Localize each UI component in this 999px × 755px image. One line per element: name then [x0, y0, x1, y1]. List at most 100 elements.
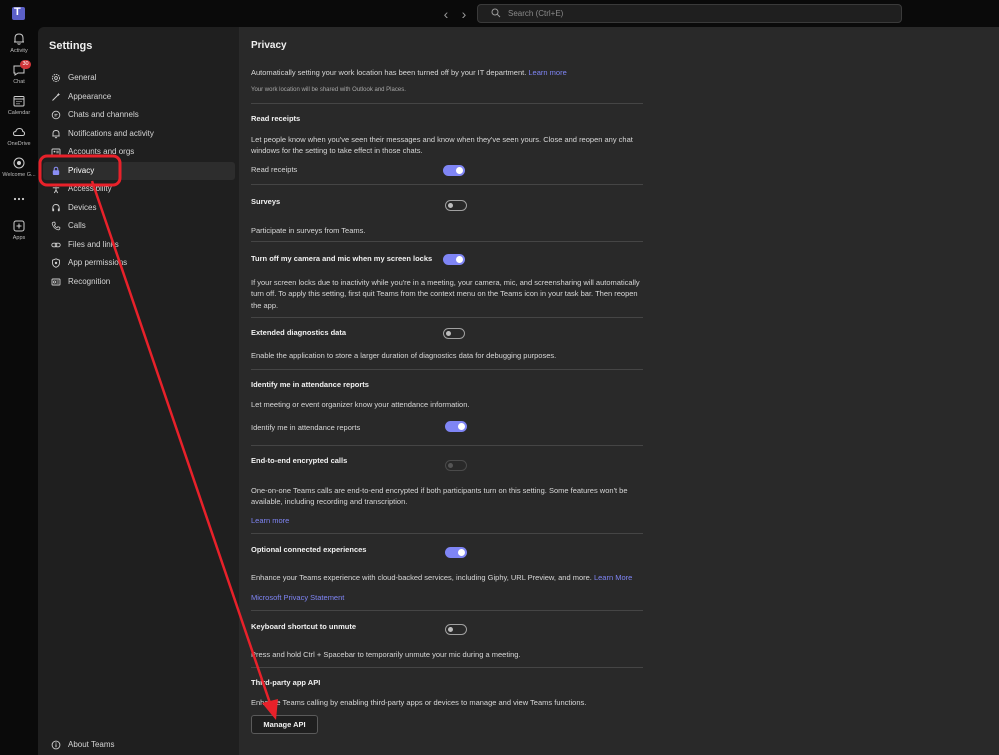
add-app-icon: [13, 220, 25, 232]
attendance-toggle[interactable]: [445, 421, 467, 432]
rail-item-more[interactable]: [0, 192, 38, 206]
attendance-heading: Identify me in attendance reports: [251, 380, 369, 389]
connected-heading: Optional connected experiences: [251, 545, 367, 554]
lock-icon: [52, 166, 60, 175]
info-icon: [51, 740, 61, 750]
sidebar-label-appearance: Appearance: [68, 92, 112, 101]
rail-label-activity: Activity: [10, 48, 28, 54]
sidebar-label-notifications: Notifications and activity: [68, 129, 154, 138]
gear-icon: [51, 73, 61, 83]
teams-logo-icon[interactable]: [12, 6, 25, 20]
sidebar-label-recognition: Recognition: [68, 277, 111, 286]
settings-title: Settings: [49, 40, 93, 52]
work-location-note: Your work location will be shared with O…: [251, 87, 406, 93]
chevron-right-icon[interactable]: ›: [457, 6, 471, 22]
sidebar-label-files: Files and links: [68, 240, 119, 249]
search-icon: [491, 8, 501, 18]
toggle-knob: [458, 423, 465, 430]
sidebar-label-accounts: Accounts and orgs: [68, 147, 135, 156]
camera-lock-toggle[interactable]: [443, 254, 465, 265]
rail-item-activity[interactable]: Activity: [0, 32, 38, 62]
connected-toggle[interactable]: [445, 547, 467, 558]
surveys-toggle[interactable]: [445, 200, 467, 211]
divider: [251, 445, 643, 446]
surveys-heading: Surveys: [251, 197, 281, 206]
chat-badge: 30: [20, 60, 31, 69]
toggle-knob: [456, 167, 463, 174]
divider: [251, 369, 643, 370]
sidebar-item-chats[interactable]: Chats and channels: [43, 106, 235, 124]
chevron-left-icon[interactable]: ‹: [439, 6, 453, 22]
search-box[interactable]: [477, 4, 902, 23]
connected-description: Enhance your Teams experience with cloud…: [251, 572, 671, 583]
sidebar-item-devices[interactable]: Devices: [43, 199, 235, 217]
work-location-learn-more-link[interactable]: Learn more: [528, 68, 566, 77]
surveys-description: Participate in surveys from Teams.: [251, 226, 366, 235]
rail-item-calendar[interactable]: Calendar: [0, 94, 38, 124]
connected-learn-more-link[interactable]: Learn More: [594, 573, 632, 582]
rail-item-chat[interactable]: 30 Chat: [0, 60, 38, 93]
camera-lock-heading: Turn off my camera and mic when my scree…: [251, 254, 433, 263]
toggle-knob: [448, 627, 453, 632]
divider: [251, 610, 643, 611]
rail-label-apps: Apps: [12, 235, 26, 241]
sidebar-item-general[interactable]: General: [43, 69, 235, 87]
cloud-icon: [12, 127, 26, 136]
connected-description-text: Enhance your Teams experience with cloud…: [251, 573, 592, 582]
phone-icon: [51, 221, 61, 231]
read-receipts-heading: Read receipts: [251, 114, 301, 123]
e2e-learn-more-link[interactable]: Learn more: [251, 515, 289, 526]
divider: [251, 241, 643, 242]
read-receipts-toggle-label: Read receipts: [251, 165, 298, 174]
sidebar-item-recognition[interactable]: Recognition: [43, 273, 235, 291]
privacy-panel: Privacy Automatically setting your work …: [240, 27, 999, 755]
sidebar-item-app-permissions[interactable]: App permissions: [43, 254, 235, 272]
attendance-description: Let meeting or event organizer know your…: [251, 400, 470, 409]
recognition-icon: [51, 278, 61, 286]
toggle-knob: [456, 256, 463, 263]
divider: [251, 533, 643, 534]
e2e-heading: End-to-end encrypted calls: [251, 456, 348, 465]
divider: [251, 184, 643, 185]
read-receipts-toggle[interactable]: [443, 165, 465, 176]
sidebar-item-calls[interactable]: Calls: [43, 217, 235, 235]
sidebar-item-files[interactable]: Files and links: [43, 236, 235, 254]
toggle-knob: [458, 549, 465, 556]
search-input[interactable]: [508, 6, 888, 21]
unmute-heading: Keyboard shortcut to unmute: [251, 622, 357, 631]
rail-label-welcome: Welcome G...: [2, 172, 36, 178]
rail-item-onedrive[interactable]: OneDrive: [0, 125, 38, 155]
sidebar-label-app-permissions: App permissions: [68, 258, 128, 267]
sidebar-item-accounts[interactable]: Accounts and orgs: [43, 143, 235, 161]
sidebar-item-appearance[interactable]: Appearance: [43, 88, 235, 106]
rail-item-welcome[interactable]: Welcome G...: [0, 156, 38, 186]
more-icon: [13, 197, 25, 201]
e2e-toggle[interactable]: [445, 460, 467, 471]
headset-icon: [52, 204, 60, 212]
link-icon: [51, 242, 61, 248]
diagnostics-toggle[interactable]: [443, 328, 465, 339]
accessibility-icon: [52, 184, 60, 194]
rail-label-onedrive: OneDrive: [7, 141, 31, 147]
e2e-description: One-on-one Teams calls are end-to-end en…: [251, 486, 628, 507]
id-card-icon: [51, 148, 61, 156]
sidebar-item-about[interactable]: About Teams: [43, 736, 235, 754]
sidebar-label-accessibility: Accessibility: [68, 184, 112, 193]
rail-label-chat: Chat: [13, 79, 25, 85]
divider: [251, 317, 643, 318]
toggle-knob: [448, 203, 453, 208]
divider: [251, 103, 643, 104]
manage-api-button[interactable]: Manage API: [251, 715, 318, 734]
title-bar: ‹ ›: [0, 0, 999, 27]
sidebar-item-accessibility[interactable]: Accessibility: [43, 180, 235, 198]
toggle-knob: [448, 463, 453, 468]
rail-item-apps[interactable]: Apps: [0, 219, 38, 249]
third-party-description: Enhance Teams calling by enabling third-…: [251, 698, 587, 707]
privacy-statement-link[interactable]: Microsoft Privacy Statement: [251, 592, 344, 603]
sidebar-item-notifications[interactable]: Notifications and activity: [43, 125, 235, 143]
third-party-heading: Third-party app API: [251, 678, 321, 687]
unmute-toggle[interactable]: [445, 624, 467, 635]
attendance-toggle-label: Identify me in attendance reports: [251, 423, 361, 432]
sidebar-item-privacy[interactable]: Privacy: [43, 162, 235, 180]
divider: [251, 667, 643, 668]
